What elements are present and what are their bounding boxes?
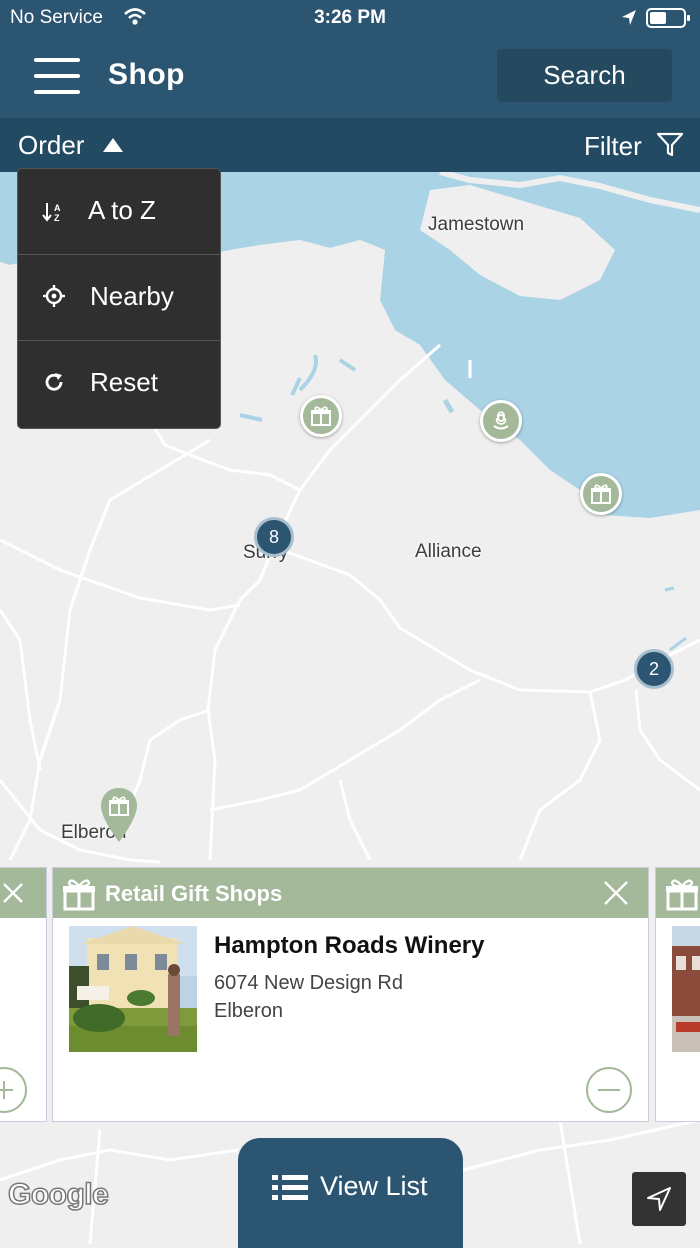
gift-icon	[666, 879, 698, 911]
close-icon[interactable]	[1, 881, 25, 905]
location-city: Elberon	[214, 1000, 283, 1022]
plus-icon	[0, 1081, 13, 1099]
add-button[interactable]	[0, 1067, 27, 1113]
gift-shop-pin[interactable]	[300, 395, 342, 437]
menu-item-label: Nearby	[90, 281, 174, 311]
status-bar: No Service 3:26 PM	[0, 0, 700, 36]
search-button[interactable]: Search	[497, 49, 672, 102]
menu-item-label: A to Z	[88, 195, 156, 225]
battery-icon	[646, 8, 690, 28]
menu-item-a-to-z[interactable]: A Z A to Z	[18, 169, 220, 254]
list-icon	[272, 1175, 308, 1200]
crosshair-icon	[43, 285, 65, 307]
gift-icon	[591, 484, 611, 504]
remove-button[interactable]	[586, 1067, 632, 1113]
gift-shop-pin[interactable]	[580, 473, 622, 515]
selected-location-pin[interactable]	[99, 786, 139, 844]
sort-az-icon: A Z	[42, 203, 61, 223]
google-logo: Google	[7, 1177, 109, 1212]
card-header: Retail Gift Shops	[53, 868, 648, 918]
page-title: Shop	[108, 58, 185, 91]
location-photo	[672, 926, 700, 1052]
sort-filter-bar: Order Filter	[0, 118, 700, 172]
garden-pin[interactable]	[480, 400, 522, 442]
card-header	[0, 868, 46, 918]
order-button[interactable]: Order	[18, 130, 84, 161]
location-address: 6074 New Design Rd	[214, 972, 403, 994]
svg-text:Z: Z	[54, 213, 60, 223]
view-list-label: View List	[320, 1171, 428, 1201]
view-list-button[interactable]: View List	[238, 1138, 463, 1248]
cluster-marker[interactable]: 2	[634, 649, 674, 689]
my-location-button[interactable]	[632, 1172, 686, 1226]
cluster-marker[interactable]: 8	[254, 517, 294, 557]
order-dropdown-menu: A Z A to Z Nearby Reset	[17, 168, 221, 429]
menu-item-label: Reset	[90, 367, 158, 397]
map-label-alliance: Alliance	[415, 541, 482, 562]
flower-icon	[493, 411, 509, 430]
reset-icon	[45, 373, 63, 391]
filter-button[interactable]: Filter	[584, 131, 642, 162]
svg-text:A: A	[54, 203, 61, 213]
caret-up-icon[interactable]	[103, 138, 123, 152]
location-card-previous[interactable]	[0, 867, 47, 1122]
gift-icon	[63, 879, 95, 911]
card-header	[656, 868, 700, 918]
menu-item-reset[interactable]: Reset	[18, 341, 220, 426]
gift-icon	[311, 406, 331, 426]
card-category: Retail Gift Shops	[105, 881, 283, 906]
clock: 3:26 PM	[314, 7, 386, 28]
menu-item-nearby[interactable]: Nearby	[18, 255, 220, 340]
navigation-arrow-icon	[647, 1187, 671, 1211]
map-label-jamestown: Jamestown	[428, 214, 525, 235]
minus-icon	[598, 1089, 620, 1091]
location-card[interactable]: Retail Gift Shops Hampton Roads Winery 6…	[52, 867, 649, 1122]
filter-icon[interactable]	[656, 132, 684, 158]
location-photo	[69, 926, 197, 1052]
app-header: Shop Search	[0, 36, 700, 118]
location-name[interactable]: Hampton Roads Winery	[214, 932, 484, 960]
location-services-icon	[622, 10, 636, 25]
hamburger-menu-button[interactable]	[34, 58, 82, 96]
close-icon[interactable]	[603, 880, 629, 906]
location-card-next[interactable]	[655, 867, 700, 1122]
